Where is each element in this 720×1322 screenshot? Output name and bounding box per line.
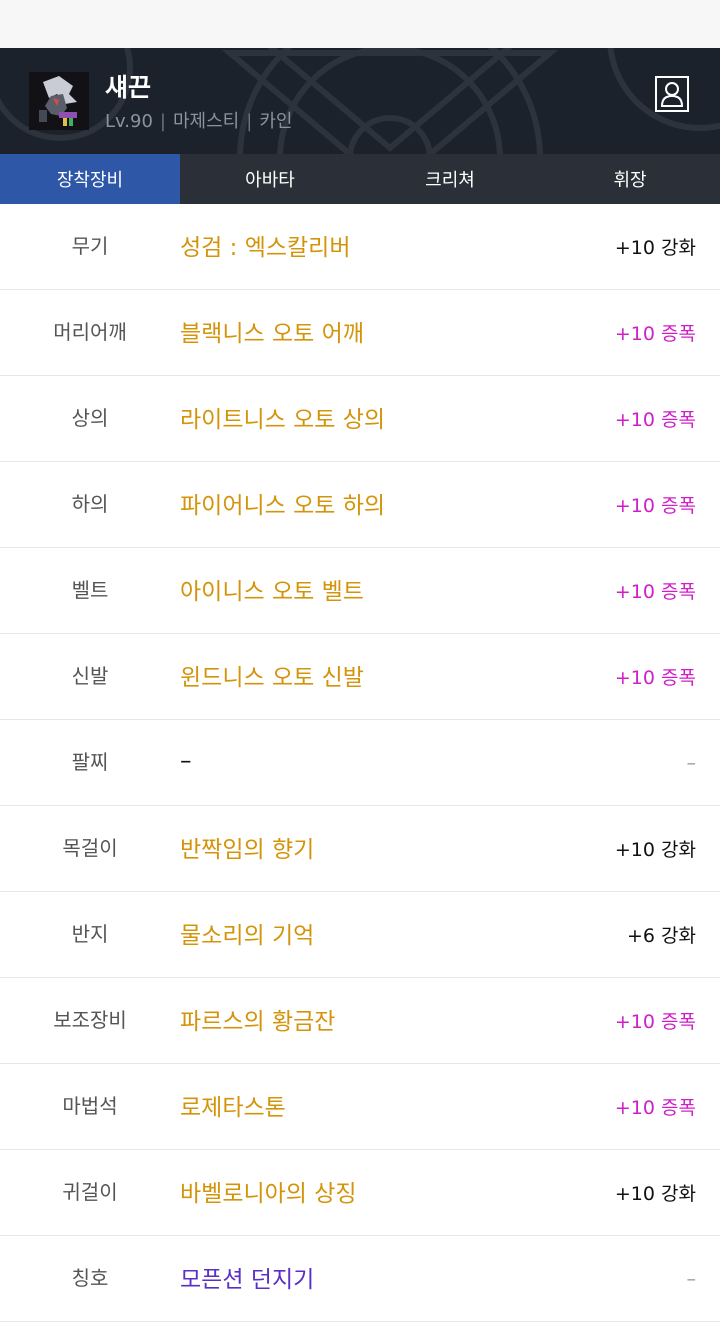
equipment-row-shoes[interactable]: 신발 윈드니스 오토 신발 +10 증폭 bbox=[0, 634, 720, 720]
enhance-level: +6 강화 bbox=[626, 925, 696, 947]
character-meta: Lv.90 | 마제스티 | 카인 bbox=[105, 107, 292, 133]
tab-emblem[interactable]: 휘장 bbox=[540, 154, 720, 204]
enhance-level: +10 증폭 bbox=[614, 667, 696, 689]
equipment-row-earring[interactable]: 귀걸이 바벨로니아의 상징 +10 강화 bbox=[0, 1150, 720, 1236]
slot-label: 목걸이 bbox=[62, 836, 118, 860]
slot-label: 마법석 bbox=[62, 1094, 118, 1118]
enhance-level: +10 증폭 bbox=[614, 409, 696, 431]
slot-label: 팔찌 bbox=[71, 750, 109, 774]
character-name: 섀끈 bbox=[105, 73, 152, 102]
enhance-level: +10 강화 bbox=[614, 1183, 696, 1205]
equipment-row-shoulder[interactable]: 머리어깨 블랙니스 오토 어깨 +10 증폭 bbox=[0, 290, 720, 376]
enhance-level: +10 증폭 bbox=[614, 1097, 696, 1119]
slot-label: 반지 bbox=[71, 922, 109, 946]
enhance-level: – bbox=[686, 1267, 697, 1290]
slot-label: 칭호 bbox=[71, 1266, 109, 1290]
slot-label: 보조장비 bbox=[53, 1008, 127, 1032]
character-job: 마제스티 bbox=[173, 111, 240, 132]
enhance-level: +10 강화 bbox=[614, 839, 696, 861]
equipment-row-top[interactable]: 상의 라이트니스 오토 상의 +10 증폭 bbox=[0, 376, 720, 462]
equipment-row-bottom[interactable]: 하의 파이어니스 오토 하의 +10 증폭 bbox=[0, 462, 720, 548]
tab-creature[interactable]: 크리쳐 bbox=[360, 154, 540, 204]
slot-label: 하의 bbox=[71, 492, 109, 516]
character-avatar bbox=[29, 72, 89, 130]
divider: | bbox=[246, 111, 253, 132]
enhance-level: +10 증폭 bbox=[614, 1011, 696, 1033]
tab-equipment[interactable]: 장착장비 bbox=[0, 154, 180, 204]
equipment-row-necklace[interactable]: 목걸이 반짝임의 향기 +10 강화 bbox=[0, 806, 720, 892]
equipment-row-belt[interactable]: 벨트 아이니스 오토 벨트 +10 증폭 bbox=[0, 548, 720, 634]
slot-label: 머리어깨 bbox=[53, 320, 127, 344]
character-server: 카인 bbox=[259, 111, 293, 132]
equipment-row-ring[interactable]: 반지 물소리의 기억 +6 강화 bbox=[0, 892, 720, 978]
person-profile-icon bbox=[660, 82, 684, 107]
character-level: Lv.90 bbox=[105, 111, 153, 132]
equipment-row-title[interactable]: 칭호 모픈션 던지기 – bbox=[0, 1236, 720, 1322]
enhance-level: – bbox=[686, 751, 697, 774]
slot-label: 상의 bbox=[71, 406, 109, 430]
divider: | bbox=[159, 111, 166, 132]
status-bar bbox=[0, 0, 720, 48]
enhance-level: +10 증폭 bbox=[614, 581, 696, 603]
slot-label: 무기 bbox=[71, 234, 109, 258]
equipment-row-magic-stone[interactable]: 마법석 로제타스톤 +10 증폭 bbox=[0, 1064, 720, 1150]
enhance-level: +10 증폭 bbox=[614, 323, 696, 345]
enhance-level: +10 증폭 bbox=[614, 495, 696, 517]
item-name: – bbox=[180, 747, 192, 774]
equipment-row-support[interactable]: 보조장비 파르스의 황금잔 +10 증폭 bbox=[0, 978, 720, 1064]
item-name: 모픈션 던지기 bbox=[180, 1266, 315, 1293]
equipment-tabs: 장착장비 아바타 크리쳐 휘장 bbox=[0, 154, 720, 204]
slot-label: 신발 bbox=[71, 664, 109, 688]
slot-label: 벨트 bbox=[71, 578, 109, 602]
equipment-list: 무기 성검 : 엑스칼리버 +10 강화 머리어깨 블랙니스 오토 어깨 +10… bbox=[0, 204, 720, 1322]
equipment-row-weapon[interactable]: 무기 성검 : 엑스칼리버 +10 강화 bbox=[0, 204, 720, 290]
equipment-row-bracelet[interactable]: 팔찌 – – bbox=[0, 720, 720, 806]
slot-label: 귀걸이 bbox=[62, 1180, 118, 1204]
profile-button[interactable] bbox=[655, 76, 689, 112]
character-header: 섀끈 Lv.90 | 마제스티 | 카인 bbox=[0, 48, 720, 154]
tab-avatar[interactable]: 아바타 bbox=[180, 154, 360, 204]
enhance-level: +10 강화 bbox=[614, 237, 696, 259]
